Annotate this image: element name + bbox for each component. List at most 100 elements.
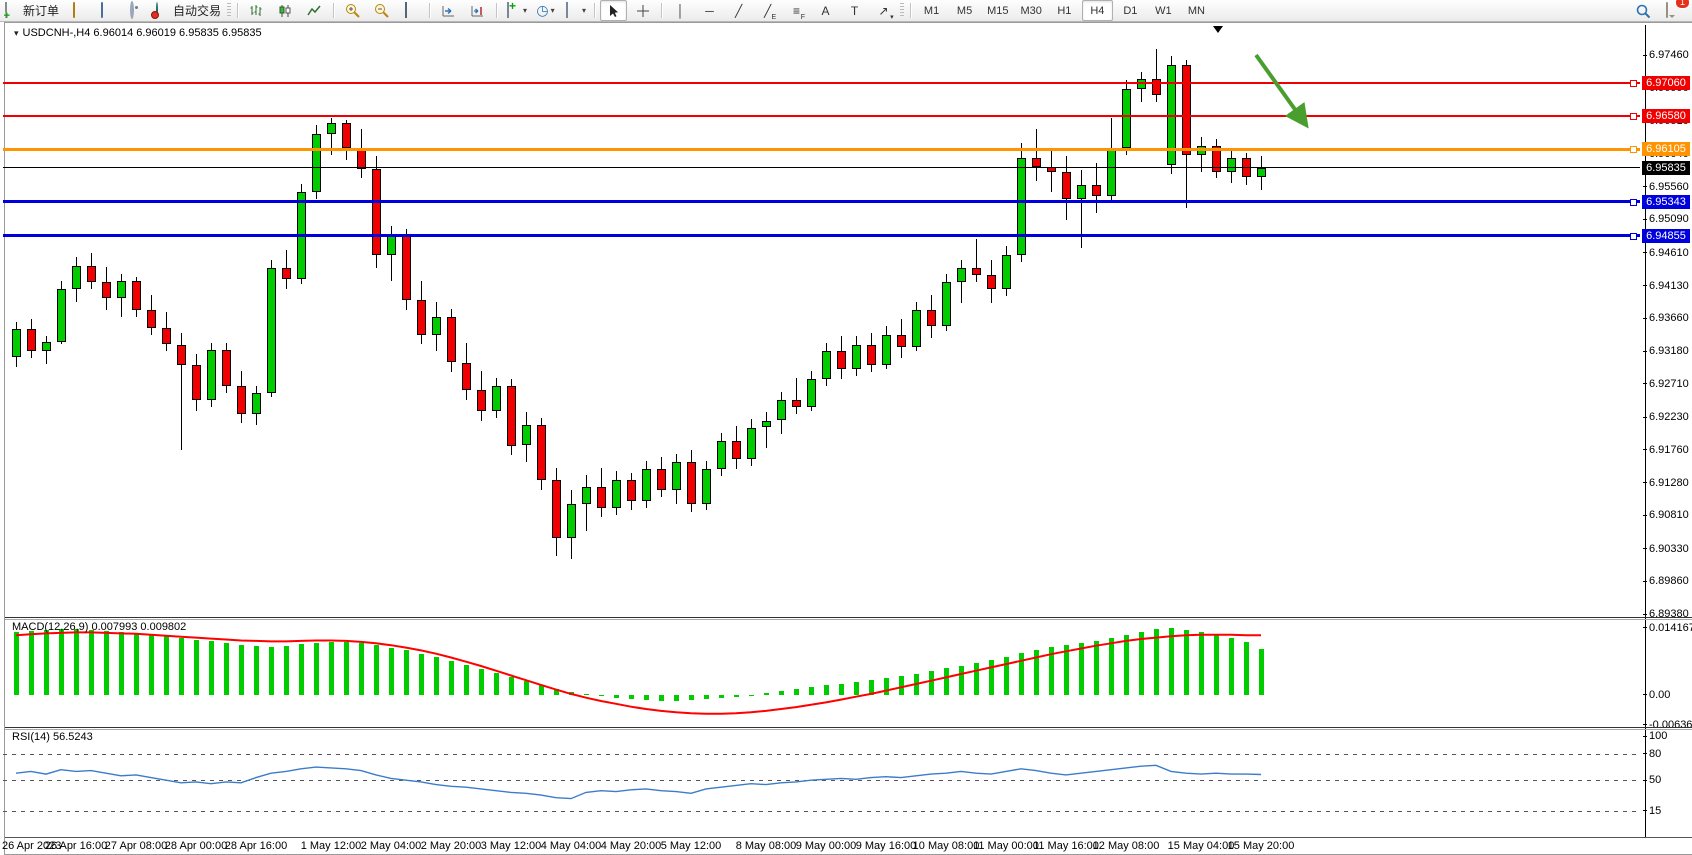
candle-bearish bbox=[132, 281, 141, 310]
chart-shift-marker[interactable] bbox=[1213, 26, 1223, 33]
horizontal-level-line[interactable] bbox=[3, 82, 1640, 84]
drawing-tools-group: │ ─ ╱╱E ≡F AT ↗▾ bbox=[666, 0, 898, 21]
level-price-badge: 6.96105 bbox=[1642, 142, 1690, 156]
new-order-button[interactable]: 新订单 bbox=[1, 0, 62, 21]
search-button[interactable] bbox=[1629, 0, 1656, 21]
candle-bearish bbox=[147, 310, 156, 328]
rsi-axis-tick: 15 bbox=[1643, 805, 1689, 817]
timeframe-m15-button[interactable]: M15 bbox=[982, 0, 1013, 21]
separator bbox=[429, 3, 430, 18]
chevron-down-icon: ▾ bbox=[523, 6, 527, 15]
time-axis-label: 28 Apr 16:00 bbox=[216, 840, 296, 852]
macd-histogram-bar bbox=[239, 645, 244, 695]
candle-bullish bbox=[672, 462, 681, 490]
macd-histogram-bar bbox=[74, 629, 79, 695]
candle-bearish bbox=[927, 310, 936, 326]
periods-button[interactable]: ◷▾ bbox=[532, 0, 559, 21]
signals-button[interactable] bbox=[122, 0, 149, 21]
separator bbox=[594, 3, 595, 18]
candle-bearish bbox=[897, 335, 906, 347]
chart-shift-button[interactable] bbox=[464, 0, 491, 21]
zoom-out-button[interactable] bbox=[368, 0, 395, 21]
indicators-button[interactable]: ▾ bbox=[502, 0, 530, 21]
timeframe-m30-button[interactable]: M30 bbox=[1015, 0, 1046, 21]
fibonacci-retracement-tool[interactable]: ≡F bbox=[783, 0, 810, 21]
candle-bearish bbox=[372, 169, 381, 255]
tile-windows-button[interactable] bbox=[397, 0, 424, 21]
fibonacci-retracement-tool-icon: ≡F bbox=[793, 4, 800, 18]
candle-wick bbox=[796, 378, 797, 414]
trendline-tool[interactable]: ╱ bbox=[725, 0, 752, 21]
macd-histogram-bar bbox=[689, 695, 694, 701]
macd-histogram-bar bbox=[1139, 632, 1144, 695]
line-chart-button[interactable] bbox=[301, 0, 328, 21]
templates-button[interactable]: ▾ bbox=[561, 0, 589, 21]
cursor-icon bbox=[607, 4, 620, 18]
notifications-button[interactable]: 1 bbox=[1658, 0, 1685, 21]
auto-scroll-button[interactable] bbox=[435, 0, 462, 21]
macd-histogram-bar bbox=[14, 632, 19, 694]
candle-bullish bbox=[567, 504, 576, 539]
cursor-button[interactable] bbox=[600, 0, 627, 21]
macd-histogram-bar bbox=[224, 643, 229, 695]
text-tool[interactable]: A bbox=[812, 0, 839, 21]
macd-histogram-bar bbox=[59, 629, 64, 695]
macd-histogram-bar bbox=[749, 695, 754, 696]
level-price-badge: 6.94855 bbox=[1642, 229, 1690, 243]
vertical-line-tool[interactable]: │ bbox=[667, 0, 694, 21]
profiles-icon bbox=[70, 3, 86, 19]
candlestick-chart-button[interactable] bbox=[272, 0, 299, 21]
timeframe-h1-button[interactable]: H1 bbox=[1049, 0, 1080, 21]
equidistant-channel-tool[interactable]: ╱E bbox=[754, 0, 781, 21]
candle-bearish bbox=[1182, 65, 1191, 155]
horizontal-level-line[interactable] bbox=[3, 234, 1640, 237]
candle-bearish bbox=[507, 386, 516, 446]
macd-histogram-bar bbox=[1109, 638, 1114, 695]
candle-bearish bbox=[417, 300, 426, 335]
timeframe-h4-button[interactable]: H4 bbox=[1082, 0, 1113, 21]
candle-bullish bbox=[747, 428, 756, 460]
candle-bearish bbox=[87, 266, 96, 283]
horizontal-level-line[interactable] bbox=[3, 115, 1640, 117]
macd-histogram-bar bbox=[599, 695, 604, 696]
text-label-tool[interactable]: T bbox=[841, 0, 868, 21]
zoom-in-button[interactable] bbox=[339, 0, 366, 21]
level-anchor-square bbox=[1630, 113, 1637, 120]
candle-bearish bbox=[462, 363, 471, 391]
candle-bearish bbox=[537, 425, 546, 480]
candlestick-chart-icon bbox=[278, 4, 293, 18]
notification-badge: 1 bbox=[1675, 0, 1690, 9]
separator bbox=[496, 3, 497, 18]
tile-windows-icon bbox=[403, 3, 419, 19]
candle-bearish bbox=[192, 365, 201, 400]
timeframe-m1-button[interactable]: M1 bbox=[916, 0, 947, 21]
macd-histogram-bar bbox=[269, 647, 274, 695]
horizontal-line-tool[interactable]: ─ bbox=[696, 0, 723, 21]
terminal-button[interactable] bbox=[93, 0, 120, 21]
crosshair-button[interactable] bbox=[629, 0, 656, 21]
candle-bearish bbox=[837, 351, 846, 369]
arrows-tool[interactable]: ↗▾ bbox=[870, 0, 897, 21]
autotrading-button[interactable]: 自动交易 bbox=[151, 0, 224, 21]
price-axis-tick: 6.91280 bbox=[1643, 477, 1689, 489]
price-axis-tick: 6.97460 bbox=[1643, 49, 1689, 61]
timeframe-mn-button[interactable]: MN bbox=[1181, 0, 1212, 21]
candle-bearish bbox=[342, 123, 351, 148]
timeframe-w1-button[interactable]: W1 bbox=[1148, 0, 1179, 21]
crosshair-icon bbox=[636, 4, 650, 18]
candle-bullish bbox=[1002, 255, 1011, 290]
horizontal-level-line[interactable] bbox=[3, 148, 1640, 151]
timeframe-m5-button[interactable]: M5 bbox=[949, 0, 980, 21]
macd-histogram-bar bbox=[824, 685, 829, 695]
macd-histogram-bar bbox=[539, 685, 544, 695]
collapse-arrow-icon[interactable]: ▾ bbox=[14, 28, 19, 38]
bar-chart-button[interactable] bbox=[243, 0, 270, 21]
macd-histogram-bar bbox=[329, 642, 334, 695]
horizontal-level-line[interactable] bbox=[3, 200, 1640, 203]
horizontal-line-tool-icon: ─ bbox=[705, 4, 714, 18]
pane-separator bbox=[5, 617, 1692, 618]
timeframe-d1-button[interactable]: D1 bbox=[1115, 0, 1146, 21]
arrows-tool-icon: ↗▾ bbox=[879, 4, 889, 18]
chart-profiles-button[interactable] bbox=[64, 0, 91, 21]
candle-bearish bbox=[627, 480, 636, 501]
